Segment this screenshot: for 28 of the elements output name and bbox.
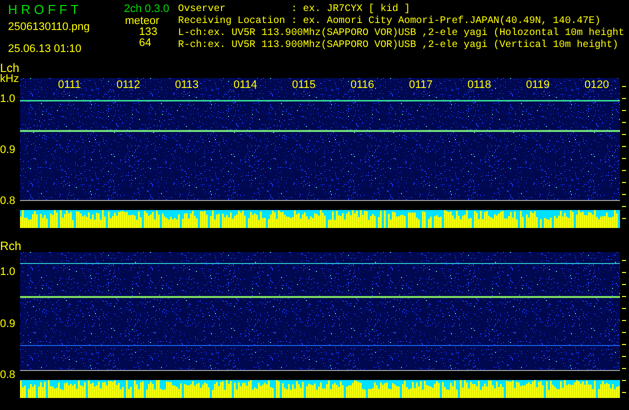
frequency-label: 0.9	[0, 319, 16, 330]
meteor-label: meteor	[124, 15, 160, 27]
time-label: 0115	[292, 79, 316, 91]
file-name: 2506130110.png	[8, 21, 91, 33]
frequency-label: 0.8	[0, 370, 16, 381]
channel-label: Lch	[0, 62, 20, 74]
info-line: Receiving Location : ex. Aomori City Aomori-Pref.JAPAN(40.49N, 140.47E)	[178, 16, 602, 28]
time-label: 0112	[116, 79, 140, 91]
frequency-label: 1.0	[0, 267, 16, 278]
time-label: 0120	[584, 79, 609, 91]
time-label: 0117	[409, 79, 433, 91]
frequency-label: 1.0	[0, 94, 16, 105]
info-line: R-ch:ex. UV5R 113.900Mhz(SAPPORO VOR)USB ,2-ele yagi (Vertical 10m height)	[178, 40, 620, 52]
meteor-count: 133	[138, 27, 158, 38]
time-label: 0119	[526, 79, 550, 91]
date-time: 25.06.13 01:10	[8, 43, 82, 55]
meteor-count: 64	[138, 38, 152, 49]
info-line: L-ch:ex. UV5R 113.900Mhz(SAPPORO VOR)USB ,2-ele yagi (Holozontal 10m height	[178, 28, 624, 40]
time-label: 0116	[350, 79, 374, 91]
app-title: H R O F F T	[8, 3, 80, 17]
info-line: Ovserver : ex. JR7CYX [ kid ]	[178, 4, 412, 16]
channel-label: Rch	[0, 240, 22, 252]
unit-label: kHz	[0, 74, 19, 85]
frequency-label: 0.9	[0, 145, 16, 156]
frequency-label: 0.8	[0, 196, 16, 207]
version-label: 2ch 0.3.0	[124, 3, 170, 15]
time-label: 0114	[234, 79, 258, 91]
time-label: 0118	[468, 79, 492, 91]
